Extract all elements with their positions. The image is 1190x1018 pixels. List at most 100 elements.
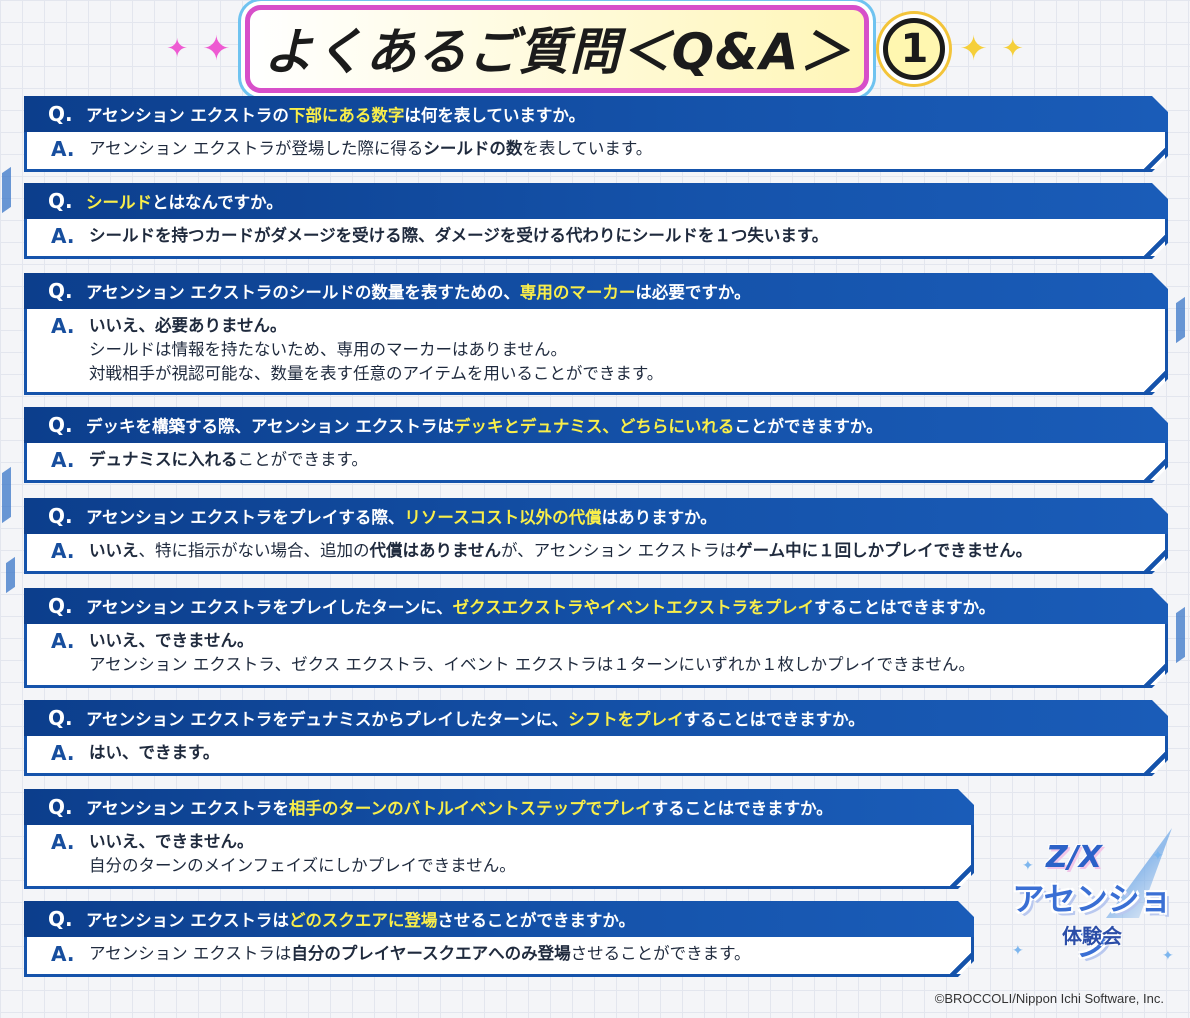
answer-box: A. デュナミスに入れることができます。 xyxy=(24,443,1168,483)
highlight-text: デッキとデュナミス、どちらにいれる xyxy=(453,417,735,436)
answer-line: A. はい、できます。 xyxy=(51,741,1155,765)
bold-text: シールドを持つカードがダメージを受ける際、ダメージを受ける代わりにシールドを１つ… xyxy=(89,226,829,245)
a-mark xyxy=(51,653,77,677)
question-bar: Q. アセンション エクストラを相手のターンのバトルイベントステップでプレイするこ… xyxy=(24,789,974,825)
answer-line: A. いいえ、できません。 xyxy=(51,830,961,854)
qa-item: Q. アセンション エクストラをプレイする際、リソースコスト以外の代償はありますか… xyxy=(24,498,1168,574)
question-bar: Q. アセンション エクストラはどのスクエアに登場させることができますか。 xyxy=(24,901,974,937)
q-mark: Q. xyxy=(48,795,73,819)
question-bar: Q. アセンション エクストラをプレイする際、リソースコスト以外の代償はありますか… xyxy=(24,498,1168,534)
answer-text: シールドは情報を持たないため、専用のマーカーはありません。 xyxy=(89,338,567,362)
text-segment: させることができます。 xyxy=(570,944,751,963)
page-title: よくあるご質問＜Q&A＞ xyxy=(244,5,870,93)
answer-text: いいえ、できません。 xyxy=(89,830,254,854)
text-segment: アセンション エクストラは xyxy=(86,911,289,930)
text-segment: アセンション エクストラの xyxy=(86,106,289,125)
text-segment: は必要ですか。 xyxy=(635,283,751,302)
q-mark: Q. xyxy=(48,594,73,618)
text-segment: アセンション エクストラが登場した際に得る xyxy=(89,139,424,158)
q-mark: Q. xyxy=(48,102,73,126)
question-bar: Q. シールドとはなんですか。 xyxy=(24,183,1168,219)
question-text: アセンション エクストラのシールドの数量を表すための、専用のマーカーは必要ですか… xyxy=(86,279,751,303)
decor-streak xyxy=(2,466,11,524)
question-text: アセンション エクストラをプレイしたターンに、ゼクスエクストラやイベントエクスト… xyxy=(86,594,995,618)
answer-text: アセンション エクストラは自分のプレイヤースクエアへのみ登場させることができます… xyxy=(89,942,750,966)
highlight-text: リソースコスト以外の代償 xyxy=(404,508,602,527)
answer-line: A. アセンション エクストラが登場した際に得るシールドの数を表しています。 xyxy=(51,137,1155,161)
q-mark: Q. xyxy=(48,504,73,528)
sparkle-icon: ✦ xyxy=(1001,34,1024,64)
a-mark: A. xyxy=(51,830,75,854)
question-text: アセンション エクストラをデュナミスからプレイしたターンに、シフトをプレイするこ… xyxy=(86,706,865,730)
answer-line: A. デュナミスに入れることができます。 xyxy=(51,448,1155,472)
text-segment: とはなんですか。 xyxy=(152,193,283,212)
answer-box: A. シールドを持つカードがダメージを受ける際、ダメージを受ける代わりにシールドを… xyxy=(24,219,1168,259)
qa-item: Q. アセンション エクストラをデュナミスからプレイしたターンに、シフトをプレイす… xyxy=(24,700,1168,776)
question-bar: Q. アセンション エクストラをデュナミスからプレイしたターンに、シフトをプレイす… xyxy=(24,700,1168,736)
highlight-text: どのスクエアに登場 xyxy=(288,911,438,930)
highlight-text: シフトをプレイ xyxy=(568,710,684,729)
answer-line: A. いいえ、必要ありません。 xyxy=(51,314,1155,338)
a-mark: A. xyxy=(51,539,75,563)
text-segment: アセンション エクストラは xyxy=(89,944,292,963)
a-mark: A. xyxy=(51,942,75,966)
text-segment: デッキを構築する際、アセンション エクストラは xyxy=(86,417,454,436)
text-segment: させることができますか。 xyxy=(437,911,636,930)
qa-item: Q. アセンション エクストラをプレイしたターンに、ゼクスエクストラやイベントエク… xyxy=(24,588,1168,688)
answer-text: デュナミスに入れることができます。 xyxy=(89,448,368,472)
highlight-text: シールド xyxy=(86,193,152,212)
bold-text: はい、できます。 xyxy=(89,743,220,762)
a-mark: A. xyxy=(51,629,75,653)
a-mark xyxy=(51,338,77,362)
qa-item: Q. デッキを構築する際、アセンション エクストラはデッキとデュナミス、どちらにい… xyxy=(24,407,1168,483)
a-mark: A. xyxy=(51,741,75,765)
answer-line: A. いいえ、できません。 xyxy=(51,629,1155,653)
answer-box: A. アセンション エクストラが登場した際に得るシールドの数を表しています。 xyxy=(24,132,1168,172)
question-bar: Q. アセンション エクストラのシールドの数量を表すための、専用のマーカーは必要で… xyxy=(24,273,1168,309)
text-segment: を表しています。 xyxy=(522,139,653,158)
question-text: アセンション エクストラはどのスクエアに登場させることができますか。 xyxy=(86,907,635,931)
text-segment: アセンション エクストラをデュナミスからプレイしたターンに、 xyxy=(86,710,569,729)
page-number-badge: 1 xyxy=(883,18,946,80)
logo-brand: Z/X xyxy=(1046,840,1102,875)
answer-box: A. アセンション エクストラは自分のプレイヤースクエアへのみ登場させることができ… xyxy=(24,937,974,977)
answer-box: A. いいえ、できません。 アセンション エクストラ、ゼクス エクストラ、イベント … xyxy=(24,624,1168,688)
bold-text: シールドの数 xyxy=(423,139,523,158)
answer-box: A. いいえ、特に指示がない場合、追加の代償はありませんが、アセンション エクスト… xyxy=(24,534,1168,574)
answer-text: いいえ、できません。 xyxy=(89,629,254,653)
q-mark: Q. xyxy=(48,189,73,213)
sparkle-icon: ✦ xyxy=(166,34,189,64)
q-mark: Q. xyxy=(48,706,73,730)
sparkle-icon: ✦ xyxy=(202,29,231,69)
answer-text: 自分のターンのメインフェイズにしかプレイできません。 xyxy=(89,854,516,878)
highlight-text: 下部にある数字 xyxy=(288,106,405,125)
answer-text: いいえ、必要ありません。 xyxy=(89,314,287,338)
text-segment: することはできますか。 xyxy=(651,799,833,818)
bold-text: デュナミスに入れる xyxy=(89,450,238,469)
decor-streak xyxy=(6,556,15,594)
bold-text: いいえ、できません。 xyxy=(89,631,254,650)
text-segment: はありますか。 xyxy=(601,508,717,527)
highlight-text: ゼクスエクストラやイベントエクストラをプレイ xyxy=(452,598,815,617)
question-text: アセンション エクストラの下部にある数字は何を表していますか。 xyxy=(86,102,585,126)
answer-line: 自分のターンのメインフェイズにしかプレイできません。 xyxy=(51,854,961,878)
qa-item: Q. アセンション エクストラの下部にある数字は何を表していますか。 A. アセンシ… xyxy=(24,96,1168,172)
answer-line: A. アセンション エクストラは自分のプレイヤースクエアへのみ登場させることができ… xyxy=(51,942,961,966)
sparkle-icon: ✦ xyxy=(959,29,988,69)
decor-streak xyxy=(2,166,11,214)
q-mark: Q. xyxy=(48,413,73,437)
text-segment: は何を表していますか。 xyxy=(404,106,586,125)
copyright-text: ©BROCCOLI/Nippon Ichi Software, Inc. xyxy=(934,991,1164,1006)
event-logo: ✦ ✦ ✦ ✦ Z/X アセンション 体験会 xyxy=(1002,828,1182,978)
qa-item: Q. アセンション エクストラのシールドの数量を表すための、専用のマーカーは必要で… xyxy=(24,273,1168,395)
question-bar: Q. デッキを構築する際、アセンション エクストラはデッキとデュナミス、どちらにい… xyxy=(24,407,1168,443)
bold-text: いいえ、必要ありません。 xyxy=(89,316,287,335)
answer-line: シールドは情報を持たないため、専用のマーカーはありません。 xyxy=(51,338,1155,362)
text-segment: アセンション エクストラをプレイする際、 xyxy=(86,508,405,527)
logo-subtitle: 体験会 xyxy=(1062,924,1122,948)
decor-streak xyxy=(1176,296,1185,344)
question-text: アセンション エクストラをプレイする際、リソースコスト以外の代償はありますか。 xyxy=(86,504,717,528)
q-mark: Q. xyxy=(48,907,73,931)
a-mark: A. xyxy=(51,137,75,161)
answer-text: いいえ、特に指示がない場合、追加の代償はありませんが、アセンション エクストラは… xyxy=(89,539,1032,563)
